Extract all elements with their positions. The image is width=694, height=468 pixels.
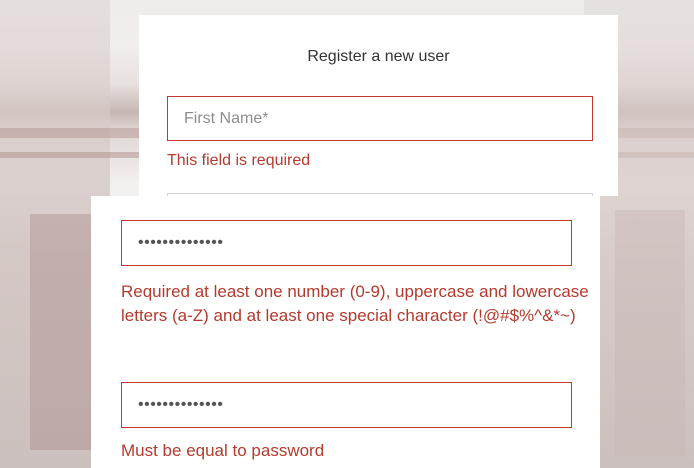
first-name-placeholder: First Name*: [184, 110, 269, 127]
first-name-error: This field is required: [167, 152, 311, 169]
confirm-password-error: Must be equal to password: [121, 441, 325, 460]
background-block-right: [615, 210, 685, 456]
first-name-field[interactable]: First Name*: [167, 96, 593, 141]
register-card-top: Register a new user First Name* This fie…: [139, 15, 618, 211]
password-error: Required at least one number (0-9), uppe…: [121, 282, 589, 325]
page-title: Register a new user: [307, 48, 450, 65]
confirm-password-value: ••••••••••••••: [138, 396, 224, 413]
confirm-password-field[interactable]: ••••••••••••••: [121, 382, 572, 428]
password-field[interactable]: ••••••••••••••: [121, 220, 572, 266]
register-card-bottom: •••••••••••••• Required at least one num…: [91, 196, 600, 468]
password-value: ••••••••••••••: [138, 234, 224, 251]
background-block-left: [30, 214, 92, 450]
